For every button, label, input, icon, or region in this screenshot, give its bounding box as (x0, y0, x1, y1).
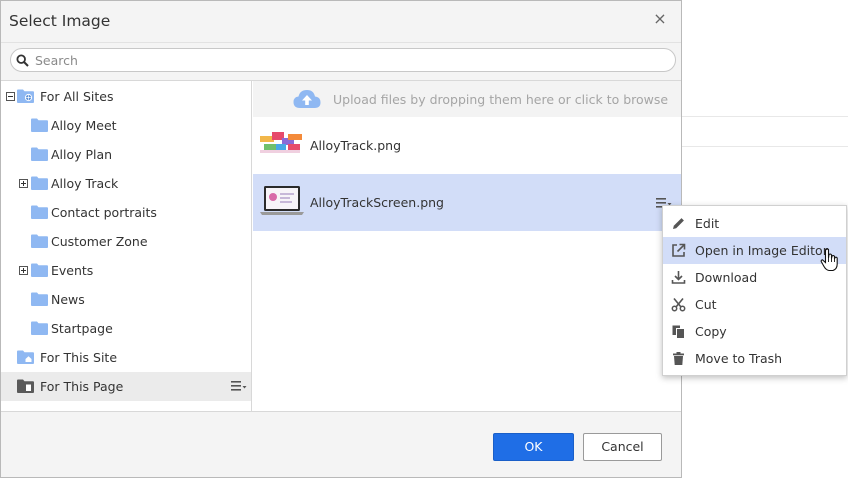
tree-item-for-this-page[interactable]: For This Page (1, 372, 251, 401)
expand-toggle[interactable] (19, 179, 28, 188)
alloytrack-thumbnail-icon (260, 132, 302, 153)
search-input[interactable] (35, 51, 655, 69)
tree-item-label: Customer Zone (51, 234, 148, 249)
cloud-upload-icon (293, 90, 321, 108)
search-icon (16, 54, 29, 67)
tree-item-label: Startpage (51, 321, 113, 336)
dialog-title: Select Image (9, 12, 111, 30)
tree-item-alloy-meet[interactable]: Alloy Meet (1, 111, 251, 140)
folder-icon (31, 147, 48, 161)
menu-item-copy[interactable]: Copy (663, 318, 846, 345)
menu-item-cut[interactable]: Cut (663, 291, 846, 318)
tree-item-label: For All Sites (40, 89, 114, 104)
file-row-selected[interactable]: AlloyTrackScreen.png (253, 174, 681, 231)
menu-item-label: Download (695, 270, 758, 285)
menu-item-move-to-trash[interactable]: Move to Trash (663, 345, 846, 372)
expand-toggle[interactable] (19, 266, 28, 275)
backdrop-divider (682, 146, 848, 147)
title-divider (1, 42, 681, 43)
upload-hint: Upload files by dropping them here or cl… (333, 92, 669, 107)
folder-icon (31, 118, 48, 132)
tree-item-alloy-track[interactable]: Alloy Track (1, 169, 251, 198)
ok-button[interactable]: OK (493, 433, 574, 461)
folder-tree: For All Sites Alloy Meet Alloy Plan Allo… (1, 81, 252, 411)
folder-icon (31, 234, 48, 248)
menu-item-open-in-image-editor[interactable]: Open in Image Editor (663, 237, 846, 264)
menu-item-label: Edit (695, 216, 720, 231)
upload-dropzone[interactable]: Upload files by dropping them here or cl… (253, 81, 681, 117)
folder-icon (31, 321, 48, 335)
home-folder-icon (17, 350, 34, 364)
search-box (10, 48, 676, 72)
file-context-menu: Edit Open in Image Editor Download Cut C… (662, 205, 847, 376)
tree-item-label: Alloy Track (51, 176, 119, 191)
menu-item-label: Cut (695, 297, 717, 312)
content-panes: For All Sites Alloy Meet Alloy Plan Allo… (1, 80, 681, 412)
select-image-dialog: Select Image × For All Sites (0, 0, 682, 478)
tree-item-label: For This Site (40, 350, 118, 365)
tree-item-label: For This Page (40, 379, 124, 394)
site-folder-icon (17, 89, 34, 103)
menu-item-download[interactable]: Download (663, 264, 846, 291)
tree-item-customer-zone[interactable]: Customer Zone (1, 227, 251, 256)
pencil-icon (673, 218, 684, 229)
tree-item-label: Events (51, 263, 94, 278)
external-link-icon (672, 243, 686, 257)
hand-cursor-icon (820, 248, 838, 272)
download-icon (671, 271, 686, 284)
folder-icon (31, 205, 48, 219)
tree-item-for-this-site[interactable]: For This Site (1, 343, 251, 372)
tree-item-label: News (51, 292, 85, 307)
menu-item-edit[interactable]: Edit (663, 210, 846, 237)
close-icon[interactable]: × (653, 11, 667, 27)
file-list-pane: Upload files by dropping them here or cl… (253, 81, 681, 411)
menu-item-label: Open in Image Editor (695, 243, 828, 258)
folder-icon (31, 263, 48, 277)
copy-icon (672, 325, 685, 339)
backdrop-divider (682, 116, 848, 117)
tree-item-label: Alloy Meet (51, 118, 117, 133)
tree-item-events[interactable]: Events (1, 256, 251, 285)
trash-icon (673, 352, 684, 365)
file-name: AlloyTrack.png (310, 138, 402, 153)
cancel-button[interactable]: Cancel (583, 433, 662, 461)
file-name: AlloyTrackScreen.png (310, 195, 444, 210)
page-folder-icon (17, 379, 34, 393)
tree-item-alloy-plan[interactable]: Alloy Plan (1, 140, 251, 169)
tree-item-contact-portraits[interactable]: Contact portraits (1, 198, 251, 227)
tree-item-startpage[interactable]: Startpage (1, 314, 251, 343)
tree-item-label: Contact portraits (51, 205, 157, 220)
menu-item-label: Copy (695, 324, 727, 339)
folder-icon (31, 292, 48, 306)
tree-item-news[interactable]: News (1, 285, 251, 314)
tree-item-for-all-sites[interactable]: For All Sites (1, 82, 251, 111)
collapse-toggle[interactable] (6, 92, 15, 101)
menu-icon[interactable] (231, 379, 247, 393)
menu-item-label: Move to Trash (695, 351, 783, 366)
folder-icon (31, 176, 48, 190)
scissors-icon (671, 297, 686, 312)
tree-item-label: Alloy Plan (51, 147, 113, 162)
laptop-thumbnail-icon (260, 186, 304, 215)
file-row[interactable]: AlloyTrack.png (253, 117, 681, 174)
